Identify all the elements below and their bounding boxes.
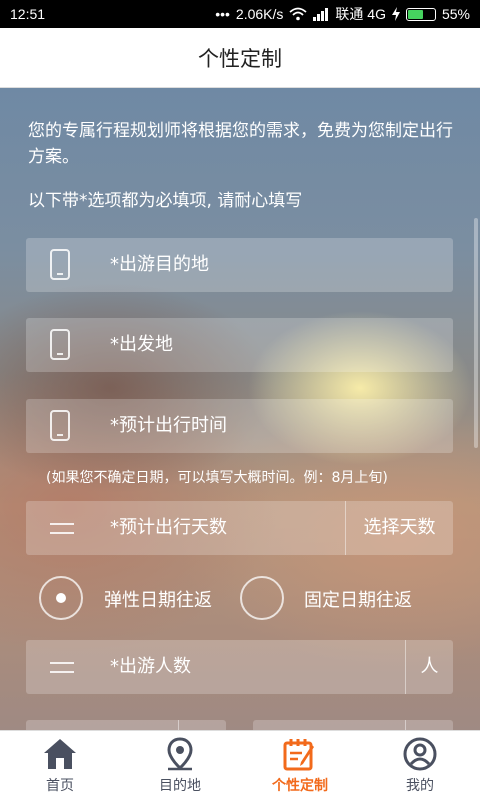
tab-custom-trip-label: 个性定制 — [272, 778, 328, 794]
carrier-label: 联通 4G — [335, 6, 386, 22]
battery-icon — [405, 7, 436, 21]
people-count-field[interactable]: *出游人数 人 — [26, 640, 453, 694]
bottom-navigation: 首页 目的地 个性定制 我的 — [0, 730, 480, 800]
network-speed: 2.06K/s — [235, 6, 284, 22]
status-bar: 12:51 ••• 2.06K/s 联通 4G 55% — [0, 0, 480, 28]
select-days-button[interactable]: 选择天数 — [345, 501, 453, 555]
trip-type-options: 弹性日期往返 固定日期往返 — [0, 576, 480, 622]
battery-level: 55% — [441, 6, 470, 22]
phone-icon — [50, 249, 70, 280]
travel-days-label: *预计出行天数 — [110, 517, 227, 538]
charging-icon — [391, 7, 400, 21]
menu-lines-icon — [50, 521, 74, 535]
phone-icon — [50, 329, 70, 360]
flexible-dates-label[interactable]: 弹性日期往返 — [104, 586, 212, 612]
next-field-left[interactable] — [26, 720, 226, 730]
status-right: ••• 2.06K/s 联通 4G 55% — [215, 4, 470, 24]
user-icon — [403, 737, 437, 771]
destination-field[interactable]: *出游目的地 — [26, 238, 453, 292]
date-hint: (如果您不确定日期，可以填写大概时间。例：8月上旬) — [46, 470, 388, 486]
departure-label: *出发地 — [110, 334, 173, 355]
menu-lines-icon — [50, 660, 74, 674]
location-pin-icon — [167, 737, 193, 771]
travel-time-label: *预计出行时间 — [110, 415, 227, 436]
intro-text: 您的专属行程规划师将根据您的需求，免费为您制定出行方案。 — [28, 121, 453, 167]
next-field-left-action[interactable] — [178, 720, 226, 730]
next-field-right[interactable] — [253, 720, 453, 730]
signal-icon — [313, 8, 329, 21]
radio-flexible-dates[interactable] — [39, 576, 83, 620]
tab-home[interactable]: 首页 — [0, 731, 120, 800]
fixed-dates-label[interactable]: 固定日期往返 — [304, 586, 412, 612]
scrollbar[interactable] — [474, 218, 478, 448]
wifi-icon — [289, 7, 307, 21]
required-note: 以下带*选项都为必填项, 请耐心填写 — [28, 191, 303, 211]
travel-time-field[interactable]: *预计出行时间 — [26, 399, 453, 453]
page-title: 个性定制 — [198, 46, 282, 71]
page-title-bar: 个性定制 — [0, 28, 480, 88]
tab-home-label: 首页 — [46, 778, 74, 794]
tab-profile[interactable]: 我的 — [360, 731, 480, 800]
travel-days-field[interactable]: *预计出行天数 选择天数 — [26, 501, 453, 555]
tab-destination-label: 目的地 — [159, 778, 201, 794]
people-unit: 人 — [405, 640, 453, 694]
destination-label: *出游目的地 — [110, 254, 209, 275]
radio-selected-dot — [56, 593, 66, 603]
home-icon — [44, 739, 76, 769]
people-count-label: *出游人数 — [110, 656, 191, 677]
next-field-right-action[interactable] — [405, 720, 453, 730]
tab-destination[interactable]: 目的地 — [120, 731, 240, 800]
custom-edit-icon — [283, 739, 314, 771]
tab-custom-trip[interactable]: 个性定制 — [240, 731, 360, 800]
tab-profile-label: 我的 — [406, 778, 434, 794]
custom-trip-form[interactable]: 您的专属行程规划师将根据您的需求，免费为您制定出行方案。 以下带*选项都为必填项… — [0, 88, 480, 730]
status-time: 12:51 — [10, 6, 46, 22]
status-dots: ••• — [215, 6, 230, 22]
departure-field[interactable]: *出发地 — [26, 318, 453, 372]
phone-icon — [50, 410, 70, 441]
radio-fixed-dates[interactable] — [240, 576, 284, 620]
app-screen: 12:51 ••• 2.06K/s 联通 4G 55% 个性定制 您的专属行程规… — [0, 0, 480, 800]
